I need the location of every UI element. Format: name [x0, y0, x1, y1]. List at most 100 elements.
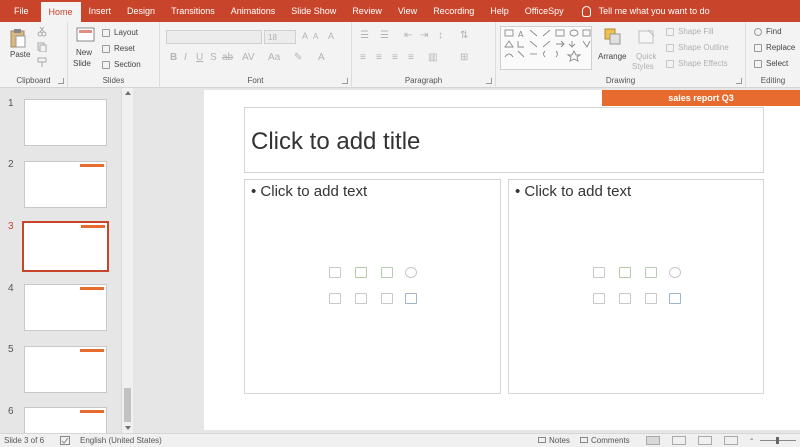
slideshow-view-icon[interactable] [724, 436, 738, 445]
clipboard-launcher-icon[interactable] [58, 78, 64, 84]
title-placeholder[interactable]: Click to add title [244, 107, 764, 173]
increase-font-icon[interactable]: A [302, 31, 308, 41]
tab-officespy[interactable]: OfficeSpy [517, 0, 572, 22]
tab-review[interactable]: Review [344, 0, 390, 22]
tab-slide-show[interactable]: Slide Show [283, 0, 344, 22]
columns-icon[interactable]: ▥ [428, 52, 437, 63]
text-direction-icon[interactable]: ⇅ [460, 30, 468, 41]
insert-picture-icon[interactable] [593, 293, 605, 304]
insert-icons-icon[interactable] [669, 293, 681, 304]
justify-icon[interactable]: ≡ [408, 52, 414, 63]
tab-transitions[interactable]: Transitions [163, 0, 223, 22]
shadow-icon[interactable]: S [210, 52, 217, 63]
layout-button[interactable]: Layout [102, 28, 138, 37]
slide-banner[interactable]: sales report Q3 [602, 90, 800, 106]
shapes-gallery[interactable]: A [500, 26, 592, 70]
insert-table-icon[interactable] [593, 267, 605, 278]
decrease-indent-icon[interactable]: ⇤ [404, 30, 412, 41]
reset-button[interactable]: Reset [102, 44, 135, 53]
paste-button[interactable] [10, 28, 26, 48]
tab-animations[interactable]: Animations [223, 0, 284, 22]
smartart-icon[interactable]: ⊞ [460, 52, 468, 63]
scroll-down-icon[interactable] [125, 426, 131, 430]
tab-insert[interactable]: Insert [81, 0, 120, 22]
paragraph-launcher-icon[interactable] [486, 78, 492, 84]
cut-icon[interactable] [37, 27, 47, 37]
section-button[interactable]: Section [102, 60, 141, 69]
slide-thumbnail-2[interactable] [24, 161, 107, 208]
italic-icon[interactable]: I [184, 52, 187, 63]
insert-video-icon[interactable] [381, 293, 393, 304]
notes-button[interactable]: Notes [538, 436, 570, 445]
insert-3d-model-icon[interactable] [405, 267, 417, 278]
insert-chart-icon[interactable] [355, 267, 367, 278]
scroll-thumb[interactable] [124, 388, 131, 422]
align-left-icon[interactable]: ≡ [360, 52, 366, 63]
font-color-icon[interactable]: A [318, 52, 325, 63]
reading-view-icon[interactable] [698, 436, 712, 445]
slide-thumbnail-6[interactable] [24, 407, 107, 433]
strikethrough-icon[interactable]: ab [222, 52, 233, 63]
tab-help[interactable]: Help [482, 0, 517, 22]
bullets-icon[interactable]: ☰ [360, 30, 369, 41]
arrange-button[interactable] [604, 28, 622, 46]
bold-icon[interactable]: B [170, 52, 177, 63]
align-right-icon[interactable]: ≡ [392, 52, 398, 63]
insert-icons-icon[interactable] [405, 293, 417, 304]
slide-thumbnail-3[interactable] [22, 221, 109, 272]
tab-design[interactable]: Design [119, 0, 163, 22]
left-content-placeholder[interactable]: • Click to add text [244, 179, 501, 394]
insert-picture-icon[interactable] [329, 293, 341, 304]
drawing-launcher-icon[interactable] [736, 78, 742, 84]
normal-view-icon[interactable] [646, 436, 660, 445]
quick-styles-button[interactable] [638, 28, 656, 46]
find-button[interactable]: Find [754, 27, 782, 36]
highlight-icon[interactable]: ✎ [294, 52, 302, 63]
shape-fill-button[interactable]: Shape Fill [666, 27, 714, 36]
spelling-check-icon[interactable] [60, 436, 70, 445]
align-center-icon[interactable]: ≡ [376, 52, 382, 63]
comments-button[interactable]: Comments [580, 436, 630, 445]
insert-table-icon[interactable] [329, 267, 341, 278]
select-button[interactable]: Select [754, 59, 788, 68]
tell-me-search[interactable]: Tell me what you want to do [572, 0, 710, 22]
insert-online-picture-icon[interactable] [619, 293, 631, 304]
format-painter-icon[interactable] [37, 57, 47, 67]
shape-outline-button[interactable]: Shape Outline [666, 43, 729, 52]
insert-video-icon[interactable] [645, 293, 657, 304]
copy-icon[interactable] [37, 42, 47, 52]
tab-home[interactable]: Home [40, 2, 81, 22]
increase-indent-icon[interactable]: ⇥ [420, 30, 428, 41]
slide-sorter-view-icon[interactable] [672, 436, 686, 445]
slide-thumbnail-4[interactable] [24, 284, 107, 331]
language-indicator[interactable]: English (United States) [80, 436, 162, 445]
clear-format-icon[interactable]: A [328, 31, 334, 41]
tab-recording[interactable]: Recording [425, 0, 482, 22]
numbering-icon[interactable]: ☰ [380, 30, 389, 41]
font-size-box[interactable]: 18 [264, 30, 296, 44]
slide-thumbnail-1[interactable] [24, 99, 107, 146]
font-launcher-icon[interactable] [342, 78, 348, 84]
scroll-up-icon[interactable] [125, 91, 131, 95]
spacing-icon[interactable]: AV [242, 52, 255, 63]
decrease-font-icon[interactable]: A [313, 32, 318, 41]
tab-file[interactable]: File [0, 0, 41, 22]
right-content-placeholder[interactable]: • Click to add text [508, 179, 764, 394]
replace-button[interactable]: Replace [754, 43, 795, 52]
new-slide-button[interactable] [76, 26, 96, 44]
shape-effects-button[interactable]: Shape Effects [666, 59, 728, 68]
thumbnail-scrollbar[interactable] [121, 88, 133, 433]
underline-icon[interactable]: U [196, 52, 203, 63]
tab-view[interactable]: View [390, 0, 425, 22]
insert-3d-model-icon[interactable] [669, 267, 681, 278]
insert-chart-icon[interactable] [619, 267, 631, 278]
zoom-slider-knob[interactable] [776, 437, 779, 444]
insert-online-picture-icon[interactable] [355, 293, 367, 304]
line-spacing-icon[interactable]: ↕ [438, 30, 443, 41]
slide-thumbnail-5[interactable] [24, 346, 107, 393]
change-case-icon[interactable]: Aa [268, 52, 280, 63]
insert-smartart-icon[interactable] [645, 267, 657, 278]
insert-smartart-icon[interactable] [381, 267, 393, 278]
zoom-out-icon[interactable]: - [750, 434, 753, 445]
font-name-box[interactable] [166, 30, 262, 44]
